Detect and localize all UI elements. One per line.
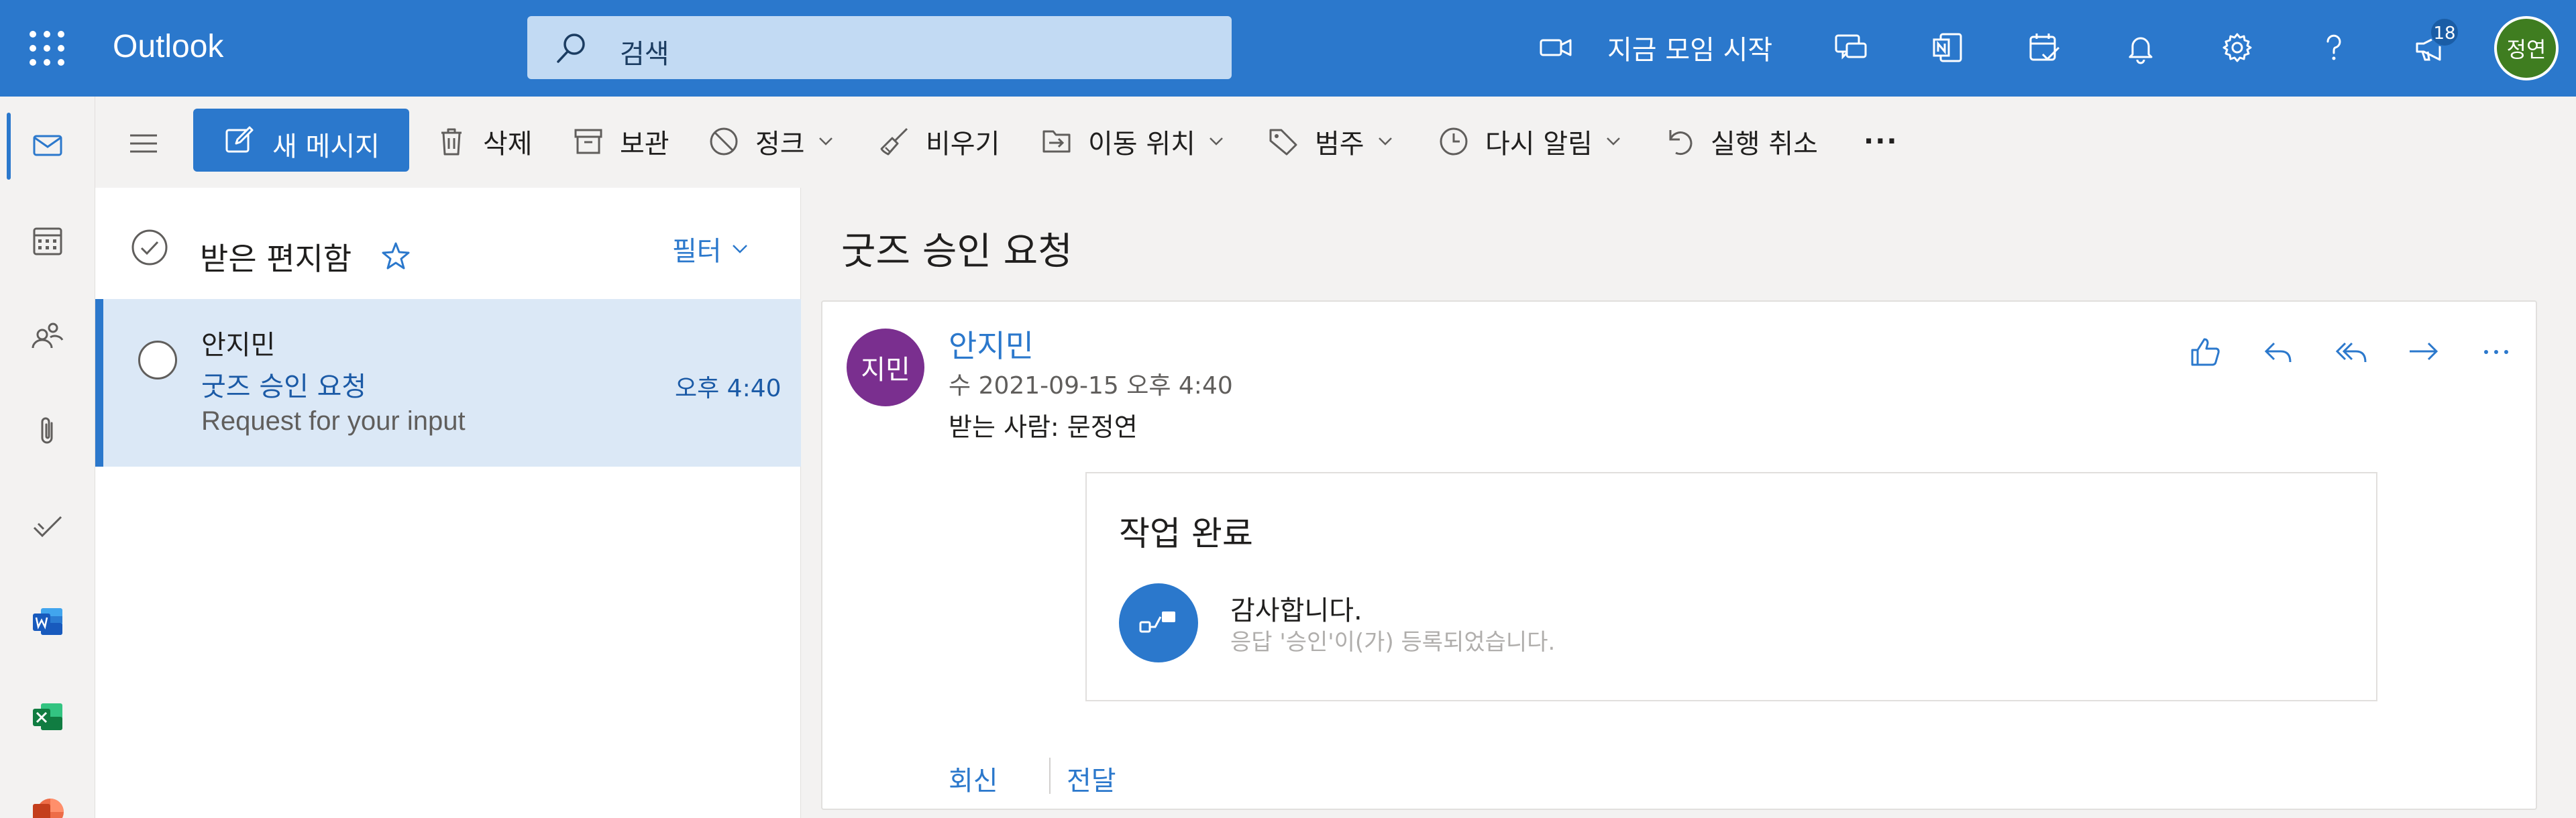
notification-badge: 18 <box>2430 17 2459 47</box>
junk-button[interactable]: 정크 <box>707 118 835 165</box>
search-box[interactable]: 검색 <box>527 16 1232 79</box>
recipient-line: 받는 사람: 문정연 <box>949 412 1138 442</box>
chevron-down-icon <box>818 137 833 145</box>
block-icon <box>710 127 738 156</box>
user-avatar[interactable]: 정연 <box>2494 16 2559 80</box>
top-header: Outlook 검색 지금 모임 시작 18 정연 <box>0 0 2576 97</box>
reading-pane: 굿즈 승인 요청 지민 안지민 수 2021-09-15 오후 4:40 받는 … <box>801 188 2576 818</box>
email-date: 수 2021-09-15 오후 4:40 <box>949 372 1233 400</box>
search-input[interactable]: 검색 <box>620 32 669 71</box>
message-subject: 굿즈 승인 요청 <box>201 371 367 402</box>
tag-icon <box>1269 129 1297 156</box>
delete-button[interactable]: 삭제 <box>435 118 533 165</box>
app-title[interactable]: Outlook <box>113 28 223 65</box>
filter-label: 필터 <box>672 236 722 267</box>
delete-label: 삭제 <box>483 129 533 160</box>
reply-icon[interactable] <box>2257 330 2301 374</box>
compose-icon <box>225 126 254 153</box>
message-time: 오후 4:40 <box>675 375 782 402</box>
my-day-icon[interactable] <box>2022 25 2066 70</box>
move-to-button[interactable]: 이동 위치 <box>1040 118 1225 165</box>
undo-button[interactable]: 실행 취소 <box>1662 118 1818 165</box>
app-launcher-icon[interactable] <box>30 31 64 66</box>
more-icon[interactable] <box>2474 330 2518 374</box>
more-icon: ··· <box>1864 126 1898 157</box>
chevron-down-icon <box>732 245 747 253</box>
teams-chat-icon[interactable] <box>1829 25 1873 70</box>
email-card: 지민 안지민 수 2021-09-15 오후 4:40 받는 사람: 문정연 작… <box>821 300 2537 810</box>
reply-button[interactable]: 회신 <box>949 759 998 798</box>
forward-icon[interactable] <box>2402 330 2446 374</box>
list-item[interactable]: 안지민 굿즈 승인 요청 오후 4:40 Request for your in… <box>95 299 801 467</box>
reply-all-icon[interactable] <box>2329 330 2373 374</box>
message-list-header: 받은 편지함 필터 <box>95 188 801 299</box>
trash-icon <box>441 128 462 156</box>
new-message-button[interactable]: 새 메시지 <box>193 109 409 172</box>
people-icon[interactable] <box>24 312 71 359</box>
categorize-label: 범주 <box>1315 129 1364 160</box>
gear-icon[interactable] <box>2215 25 2259 70</box>
hamburger-icon[interactable] <box>126 126 161 161</box>
archive-icon <box>574 129 602 154</box>
like-icon[interactable] <box>2183 330 2227 374</box>
sweep-label: 비우기 <box>926 129 1000 160</box>
snooze-label: 다시 알림 <box>1485 129 1593 160</box>
excel-icon[interactable] <box>24 693 71 740</box>
undo-icon <box>1669 130 1693 156</box>
app-rail <box>0 97 95 818</box>
clock-icon <box>1440 127 1468 156</box>
divider <box>1049 758 1051 794</box>
message-sender: 안지민 <box>201 330 276 361</box>
word-icon[interactable] <box>24 598 71 645</box>
archive-button[interactable]: 보관 <box>572 118 669 165</box>
categorize-button[interactable]: 범주 <box>1267 118 1394 165</box>
todo-icon[interactable] <box>24 503 71 550</box>
move-to-label: 이동 위치 <box>1088 129 1195 160</box>
undo-label: 실행 취소 <box>1711 129 1818 160</box>
mail-icon[interactable] <box>24 122 71 169</box>
video-icon[interactable] <box>1534 25 1578 70</box>
forward-button[interactable]: 전달 <box>1067 759 1116 798</box>
meet-now-button[interactable]: 지금 모임 시작 <box>1607 28 1772 67</box>
sweep-button[interactable]: 비우기 <box>877 118 1000 165</box>
message-list: 받은 편지함 필터 안지민 굿즈 승인 요청 오후 4:40 Request f… <box>95 188 801 818</box>
chevron-down-icon <box>1607 137 1620 145</box>
email-subject: 굿즈 승인 요청 <box>841 230 1073 274</box>
message-preview: Request for your input <box>201 406 466 436</box>
archive-label: 보관 <box>620 129 669 160</box>
card-message: 감사합니다. <box>1230 595 1362 626</box>
power-automate-icon <box>1119 583 1198 662</box>
junk-label: 정크 <box>755 129 805 160</box>
select-message-radio[interactable] <box>138 341 177 379</box>
select-all-icon[interactable] <box>130 228 169 267</box>
help-icon[interactable] <box>2312 25 2356 70</box>
calendar-icon[interactable] <box>24 217 71 264</box>
broom-icon <box>880 127 908 156</box>
adaptive-card: 작업 완료 감사합니다. 응답 '승인'이(가) 등록되었습니다. <box>1085 472 2377 701</box>
more-commands-button[interactable]: ··· <box>1864 118 1898 165</box>
chevron-down-icon <box>1210 137 1223 145</box>
sender-name[interactable]: 안지민 <box>949 322 1034 366</box>
card-title: 작업 완료 <box>1119 514 1253 553</box>
onenote-icon[interactable] <box>1925 25 1970 70</box>
new-message-label: 새 메시지 <box>272 131 380 162</box>
attachment-icon[interactable] <box>24 408 71 455</box>
search-icon <box>557 34 585 63</box>
active-indicator <box>7 113 11 180</box>
card-submessage: 응답 '승인'이(가) 등록되었습니다. <box>1230 629 1556 656</box>
snooze-button[interactable]: 다시 알림 <box>1437 118 1622 165</box>
move-folder-icon <box>1042 130 1071 153</box>
filter-button[interactable]: 필터 <box>672 229 750 268</box>
folder-name: 받은 편지함 <box>200 241 352 277</box>
star-icon[interactable] <box>380 240 412 272</box>
sender-avatar[interactable]: 지민 <box>847 329 924 406</box>
command-bar: 새 메시지 삭제 보관 정크 비우기 이동 위치 범주 다시 알림 실행 취소 … <box>95 97 2576 188</box>
powerpoint-icon[interactable] <box>24 788 71 818</box>
bell-icon[interactable] <box>2118 25 2163 70</box>
chevron-down-icon <box>1378 137 1392 145</box>
